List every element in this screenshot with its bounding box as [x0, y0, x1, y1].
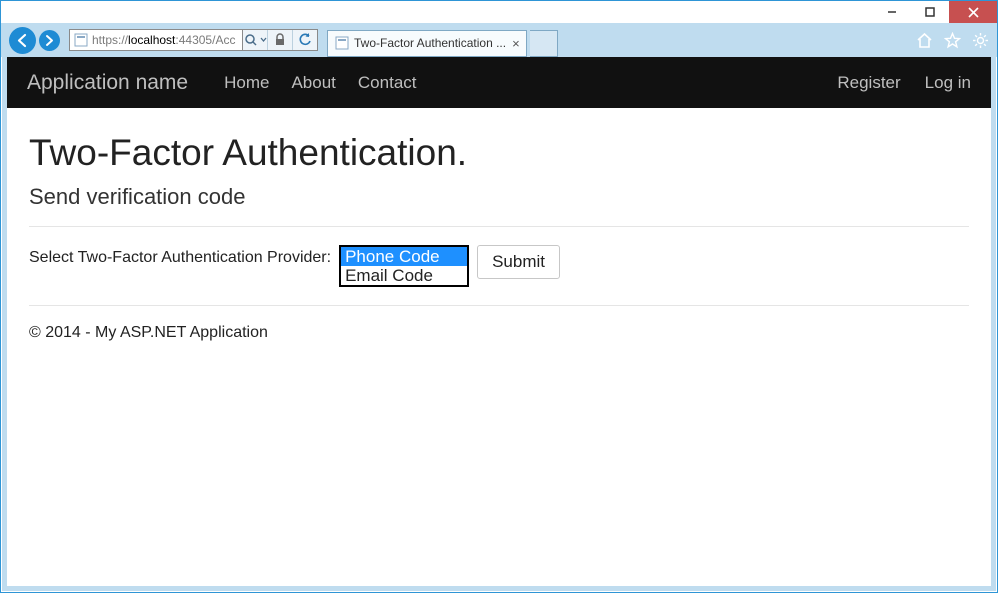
refresh-button[interactable] [292, 30, 317, 50]
provider-option-email[interactable]: Email Code [341, 266, 467, 285]
provider-form-row: Select Two-Factor Authentication Provide… [29, 245, 969, 287]
forward-button[interactable] [39, 30, 60, 51]
arrow-right-icon [43, 34, 56, 47]
star-icon [944, 32, 961, 49]
address-bar-group: https://localhost:44305/Acc [69, 29, 318, 51]
browser-tab[interactable]: Two-Factor Authentication ... × [327, 30, 527, 57]
page-content: Two-Factor Authentication. Send verifica… [7, 108, 991, 342]
gear-icon [972, 32, 989, 49]
window-maximize-button[interactable] [911, 1, 949, 23]
nav-contact[interactable]: Contact [358, 73, 417, 93]
submit-button[interactable]: Submit [477, 245, 560, 279]
refresh-icon [298, 33, 312, 47]
arrow-left-icon [15, 33, 30, 48]
nav-about[interactable]: About [291, 73, 335, 93]
provider-select[interactable]: Phone Code Email Code [339, 245, 469, 287]
page-viewport: Application name Home About Contact Regi… [2, 57, 996, 591]
nav-login[interactable]: Log in [925, 73, 971, 93]
search-icon [244, 33, 258, 47]
browser-window: https://localhost:44305/Acc Two- [0, 0, 998, 593]
tab-title: Two-Factor Authentication ... [354, 36, 506, 50]
home-button[interactable] [915, 31, 933, 49]
window-close-button[interactable] [949, 1, 997, 23]
divider [29, 226, 969, 227]
page-title: Two-Factor Authentication. [29, 132, 969, 174]
provider-label: Select Two-Factor Authentication Provide… [29, 245, 331, 267]
browser-toolbar: https://localhost:44305/Acc Two- [1, 23, 997, 57]
brand-link[interactable]: Application name [27, 71, 188, 95]
tools-button[interactable] [971, 31, 989, 49]
new-tab-button[interactable] [530, 30, 558, 57]
address-text: https://localhost:44305/Acc [92, 33, 242, 47]
lock-button[interactable] [267, 30, 292, 50]
window-minimize-button[interactable] [873, 1, 911, 23]
search-button[interactable] [243, 30, 267, 50]
nav-home[interactable]: Home [224, 73, 269, 93]
footer-text: © 2014 - My ASP.NET Application [29, 324, 969, 342]
site-navbar: Application name Home About Contact Regi… [7, 57, 991, 108]
divider [29, 305, 969, 306]
address-bar[interactable]: https://localhost:44305/Acc [69, 29, 243, 51]
chevron-down-icon [260, 33, 267, 47]
tab-favicon-icon [334, 35, 350, 51]
favorites-button[interactable] [943, 31, 961, 49]
provider-option-phone[interactable]: Phone Code [341, 247, 467, 266]
back-button[interactable] [9, 27, 36, 54]
page-subtitle: Send verification code [29, 184, 969, 210]
tab-close-button[interactable]: × [512, 36, 520, 51]
home-icon [916, 32, 933, 49]
page-favicon-icon [73, 32, 89, 48]
lock-icon [274, 33, 286, 47]
nav-register[interactable]: Register [837, 73, 900, 93]
address-controls [243, 29, 318, 51]
window-titlebar [1, 1, 997, 23]
